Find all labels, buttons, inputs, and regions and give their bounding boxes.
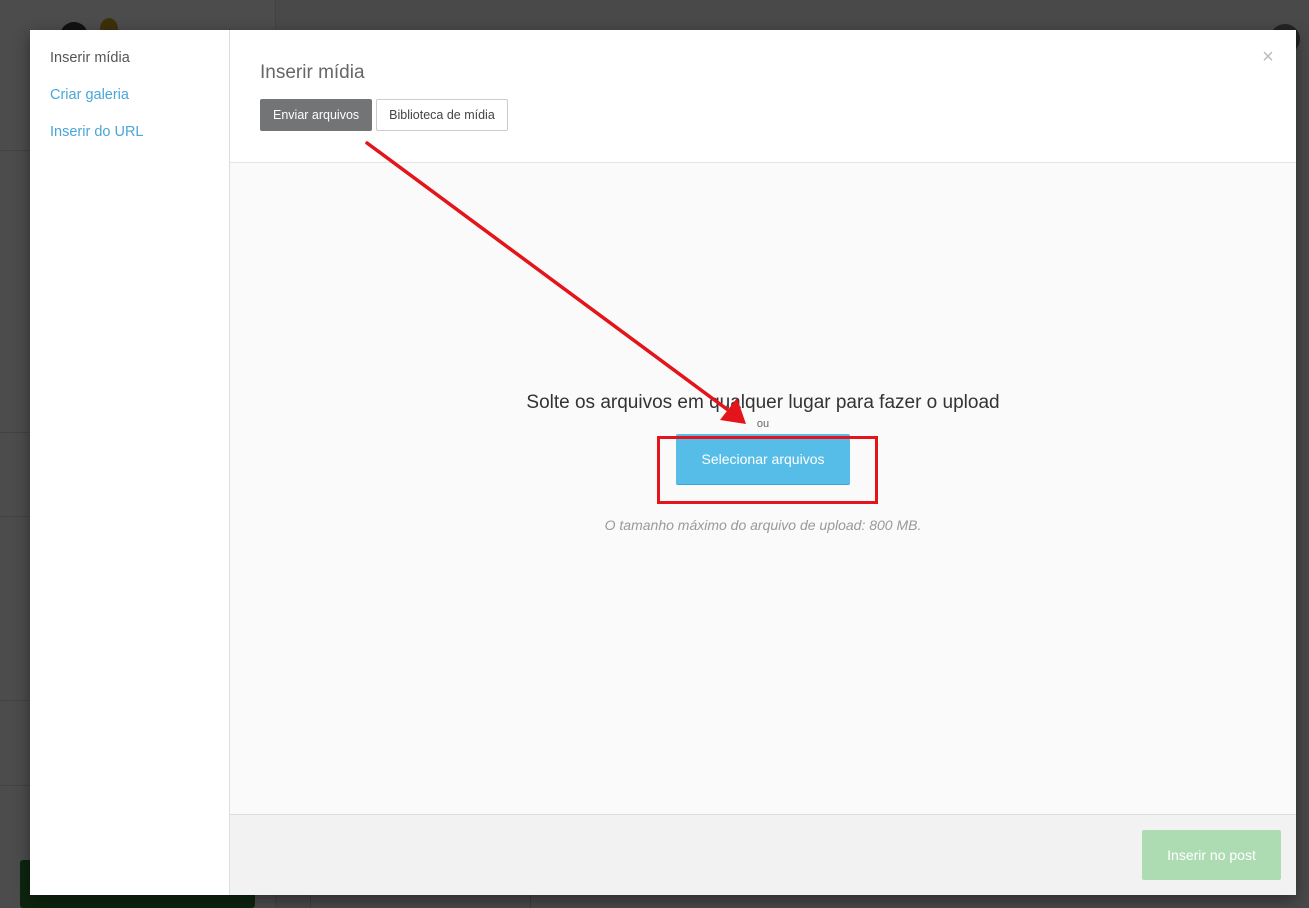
tab-media-library[interactable]: Biblioteca de mídia: [376, 99, 508, 131]
drop-instructions: Solte os arquivos em qualquer lugar para…: [230, 390, 1296, 534]
menu-item-insert-from-url[interactable]: Inserir do URL: [30, 114, 229, 151]
media-menu: Inserir mídia Criar galeria Inserir do U…: [30, 30, 230, 895]
media-menu-list: Inserir mídia Criar galeria Inserir do U…: [30, 40, 229, 151]
select-files-button[interactable]: Selecionar arquivos: [676, 434, 850, 484]
menu-item-insert-media[interactable]: Inserir mídia: [30, 40, 229, 77]
close-icon[interactable]: ×: [1258, 44, 1278, 70]
frame-toolbar: Inserir no post: [230, 814, 1296, 895]
insert-into-post-button[interactable]: Inserir no post: [1142, 830, 1281, 880]
menu-item-create-gallery[interactable]: Criar galeria: [30, 77, 229, 114]
max-upload-size-text: O tamanho máximo do arquivo de upload: 8…: [604, 517, 922, 533]
frame-tabs: Enviar arquivos Biblioteca de mídia: [260, 99, 508, 131]
tab-upload-files[interactable]: Enviar arquivos: [260, 99, 373, 131]
upload-area[interactable]: Solte os arquivos em qualquer lugar para…: [230, 162, 1296, 814]
media-modal: Inserir mídia Criar galeria Inserir do U…: [30, 30, 1296, 895]
media-frame: Inserir mídia Enviar arquivos Biblioteca…: [230, 30, 1296, 895]
drop-text: Solte os arquivos em qualquer lugar para…: [526, 392, 1000, 413]
or-text: ou: [756, 418, 770, 430]
frame-title: Inserir mídia: [260, 62, 365, 83]
